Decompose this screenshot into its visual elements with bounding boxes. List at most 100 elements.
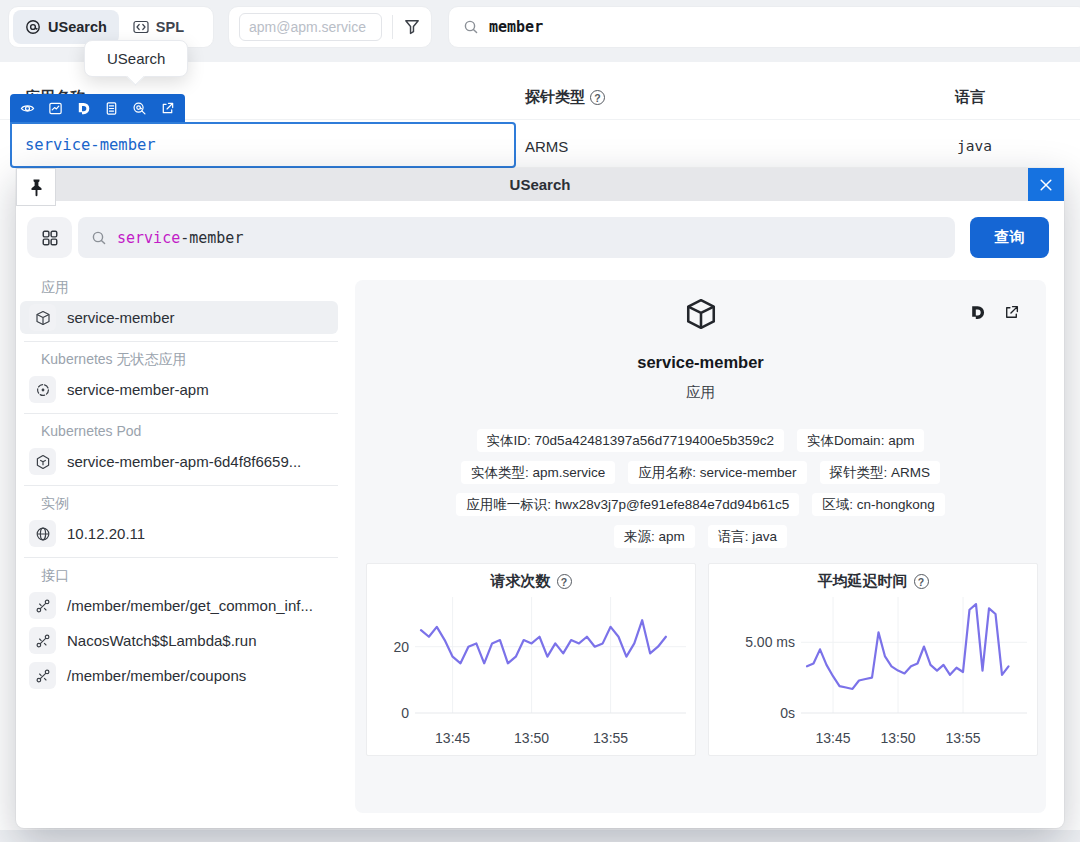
usearch-icon[interactable] (132, 101, 147, 116)
property-chip: 应用唯一标识: hwx28v3j7p@fe91efe884e7dd94b61c5 (456, 493, 799, 516)
sidebar-group-label: 接口 (41, 565, 338, 585)
chart-box-icon[interactable] (48, 101, 63, 116)
global-search-value: member (489, 18, 543, 36)
chart-card-requests: 请求次数 20013:4513:5013:55 (366, 563, 696, 756)
sidebar-group-label: Kubernetes 无状态应用 (41, 349, 338, 369)
sidebar-divider (24, 413, 338, 414)
cube-icon (29, 304, 56, 331)
category-grid-button[interactable] (27, 217, 72, 258)
grid-icon (41, 229, 59, 247)
sidebar-item[interactable]: /member/member/get_common_inf... (20, 589, 338, 622)
chart-title-requests: 请求次数 (367, 572, 695, 591)
tab-spl[interactable]: SPL (121, 10, 196, 44)
document-icon[interactable] (104, 101, 119, 116)
svg-text:5.00 ms: 5.00 ms (745, 634, 795, 650)
property-chip: 来源: apm (614, 525, 695, 548)
chart-cards: 请求次数 20013:4513:5013:55 平均延迟时间 5.00 ms0s… (366, 563, 1038, 756)
property-row: 应用唯一标识: hwx28v3j7p@fe91efe884e7dd94b61c5… (456, 493, 944, 516)
filter-icon[interactable] (403, 18, 421, 36)
pod-icon (29, 448, 56, 475)
help-icon[interactable] (914, 574, 929, 589)
cell-language: java (957, 138, 992, 154)
svg-text:13:55: 13:55 (593, 730, 628, 746)
link-icon (29, 592, 56, 619)
tab-usearch[interactable]: USearch (13, 10, 119, 44)
d-logo-icon[interactable] (76, 101, 91, 116)
help-icon[interactable] (557, 574, 572, 589)
modal-search-input[interactable]: service-member (78, 217, 955, 258)
cell-probe-type: ARMS (525, 138, 568, 155)
latency-chart: 5.00 ms0s13:4513:5013:55 (709, 564, 1037, 755)
column-header-probe-type-label: 探针类型 (525, 88, 585, 107)
sidebar-item-label: /member/member/get_common_inf... (67, 597, 313, 614)
column-header-probe-type: 探针类型 (525, 88, 605, 107)
sidebar-group-label: Kubernetes Pod (41, 421, 338, 441)
sidebar-group-label: 应用 (41, 277, 338, 297)
search-icon (91, 230, 107, 246)
property-row: 实体类型: apm.service应用名称: service-member探针类… (461, 461, 940, 484)
svg-text:13:45: 13:45 (815, 730, 850, 746)
modal-sidebar: 应用 service-member Kubernetes 无状态应用 service-… (20, 272, 338, 694)
sidebar-group-label: 实例 (41, 493, 338, 513)
property-chip: 语言: java (708, 525, 787, 548)
modal-title: USearch (510, 176, 571, 193)
link-icon (29, 627, 56, 654)
sidebar-item-label: NacosWatch$$Lambda$.run (67, 632, 257, 649)
sidebar-item[interactable]: /member/member/coupons (20, 659, 338, 692)
chart-title-latency: 平均延迟时间 (709, 572, 1037, 591)
sidebar-item-label: 10.12.20.11 (67, 525, 145, 542)
usearch-modal: USearch service-member 查询 应用service-memb… (16, 168, 1064, 828)
d-logo-icon[interactable] (969, 304, 986, 321)
external-link-icon[interactable] (160, 101, 175, 116)
entity-filter-group: apm@apm.service (228, 6, 432, 48)
svg-text:13:50: 13:50 (514, 730, 549, 746)
link-icon (29, 662, 56, 689)
globe-icon (29, 520, 56, 547)
tab-usearch-label: USearch (48, 19, 107, 35)
sidebar-divider (24, 485, 338, 486)
sidebar-divider (24, 557, 338, 558)
pin-button[interactable] (16, 168, 56, 206)
app-root: USearch SPL apm@apm.service member 应用名称 … (0, 0, 1080, 842)
external-link-icon[interactable] (1003, 304, 1020, 321)
svg-text:0s: 0s (780, 705, 795, 721)
detail-subtitle: 应用 (355, 383, 1046, 402)
tab-spl-label: SPL (156, 19, 184, 35)
tooltip-text: USearch (107, 50, 165, 67)
sidebar-item[interactable]: service-member-apm-6d4f8f6659... (20, 445, 338, 478)
detail-title: service-member (355, 353, 1046, 372)
property-chip: 实体Domain: apm (797, 429, 924, 452)
sidebar-item[interactable]: service-member (20, 301, 338, 334)
tooltip: USearch (84, 40, 188, 77)
application-cube-icon (684, 297, 718, 331)
property-chip: 区域: cn-hongkong (812, 493, 945, 516)
modal-header[interactable]: USearch (16, 168, 1064, 201)
help-icon[interactable] (590, 90, 605, 105)
query-button[interactable]: 查询 (970, 217, 1049, 258)
property-chip: 实体ID: 70d5a42481397a56d7719400e5b359c2 (477, 429, 785, 452)
code-icon (133, 19, 149, 35)
property-row: 实体ID: 70d5a42481397a56d7719400e5b359c2 实体… (477, 429, 925, 452)
deployment-icon (29, 376, 56, 403)
search-icon (463, 19, 479, 35)
entity-input[interactable]: apm@apm.service (239, 13, 382, 41)
cell-action-toolbar (10, 94, 185, 122)
sidebar-item-label: service-member-apm-6d4f8f6659... (67, 453, 301, 470)
sidebar-item-label: service-member-apm (67, 381, 209, 398)
requests-chart: 20013:4513:5013:55 (367, 564, 695, 755)
modal-search-value: service-member (117, 229, 243, 247)
sidebar-item[interactable]: 10.12.20.11 (20, 517, 338, 550)
cell-editor-input[interactable]: service-member (10, 122, 516, 168)
eye-icon[interactable] (20, 101, 35, 116)
sidebar-item[interactable]: NacosWatch$$Lambda$.run (20, 624, 338, 657)
svg-text:20: 20 (393, 639, 409, 655)
cell-editor-value: service-member (25, 136, 156, 154)
modal-close-button[interactable] (1028, 168, 1064, 201)
sidebar-item[interactable]: service-member-apm (20, 373, 338, 406)
pin-icon (27, 178, 46, 197)
sidebar-item-label: /member/member/coupons (67, 667, 246, 684)
usearch-logo-icon (25, 19, 41, 35)
detail-actions (969, 304, 1020, 321)
global-search[interactable]: member (448, 6, 1080, 48)
detail-panel: service-member 应用 实体ID: 70d5a42481397a56… (355, 280, 1046, 813)
